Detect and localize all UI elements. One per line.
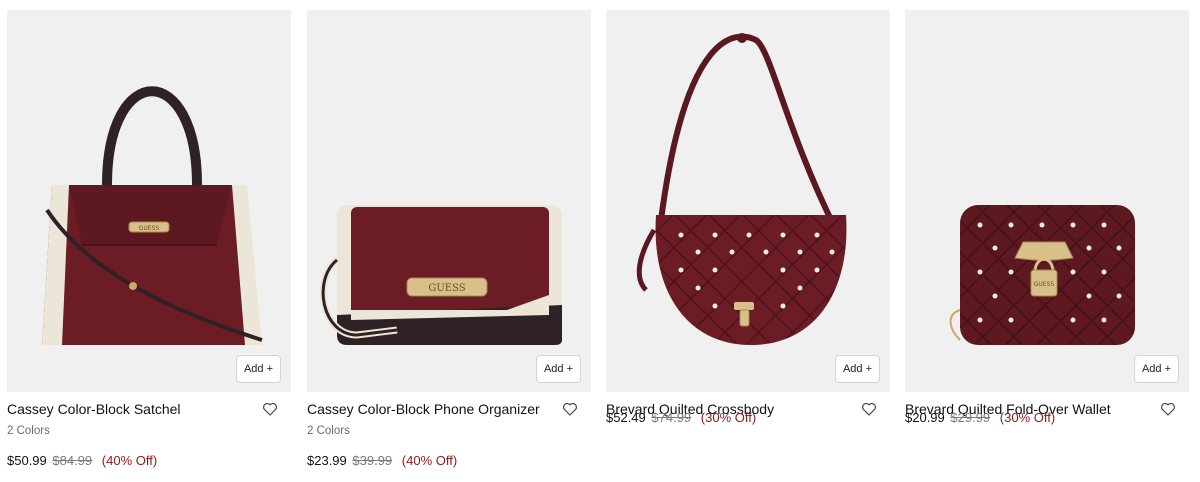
add-to-cart-button[interactable]: Add + — [536, 355, 581, 383]
price: $20.99 $29.99 (30% Off) — [905, 410, 1189, 425]
satchel-bag-image: GUESS — [42, 86, 263, 345]
phone-organizer-image: GUESS — [319, 205, 562, 345]
sale-price: $50.99 — [7, 453, 47, 468]
original-price: $74.99 — [651, 410, 692, 425]
product-card[interactable]: Add + Brevard Quilted Crossbody $52.49 $… — [606, 10, 890, 425]
discount-label: (30% Off) — [700, 410, 757, 425]
heart-outline-icon[interactable] — [860, 400, 878, 418]
quilted-crossbody-image — [636, 33, 847, 345]
heart-outline-icon[interactable] — [561, 400, 579, 418]
svg-text:GUESS: GUESS — [428, 283, 465, 294]
price: $23.99 $39.99 (40% Off) — [307, 453, 591, 468]
product-image[interactable]: Add + — [606, 10, 890, 392]
original-price: $84.99 — [52, 453, 93, 468]
product-card[interactable]: GUESS Add + Brevard Quilted Fold-Over Wa… — [905, 10, 1189, 425]
original-price: $39.99 — [352, 453, 393, 468]
product-image[interactable]: GUESS Add + — [905, 10, 1189, 392]
product-image[interactable]: GUESS Add + — [307, 10, 591, 392]
add-to-cart-button[interactable]: Add + — [835, 355, 880, 383]
discount-label: (30% Off) — [999, 410, 1056, 425]
sale-price: $23.99 — [307, 453, 347, 468]
original-price: $29.99 — [950, 410, 991, 425]
heart-outline-icon[interactable] — [1159, 400, 1177, 418]
add-to-cart-button[interactable]: Add + — [236, 355, 281, 383]
sale-price: $20.99 — [905, 410, 945, 425]
product-card[interactable]: GUESS Add + Cassey Color-Block Phone Org… — [307, 10, 591, 468]
svg-text:GUESS: GUESS — [1034, 281, 1055, 288]
quilted-wallet-image: GUESS — [949, 205, 1135, 345]
color-count: 2 Colors — [307, 425, 350, 437]
price: $52.49 $74.99 (30% Off) — [606, 410, 890, 425]
product-title[interactable]: Cassey Color-Block Phone Organizer — [307, 401, 540, 417]
discount-label: (40% Off) — [101, 453, 158, 468]
product-card[interactable]: GUESS Add + Cassey Color-Block Satchel 2… — [7, 10, 291, 468]
price: $50.99 $84.99 (40% Off) — [7, 453, 291, 468]
add-to-cart-button[interactable]: Add + — [1134, 355, 1179, 383]
product-image[interactable]: GUESS Add + — [7, 10, 291, 392]
heart-outline-icon[interactable] — [261, 400, 279, 418]
color-count: 2 Colors — [7, 425, 50, 437]
svg-text:GUESS: GUESS — [139, 225, 160, 232]
discount-label: (40% Off) — [401, 453, 458, 468]
sale-price: $52.49 — [606, 410, 646, 425]
product-grid: GUESS Add + Cassey Color-Block Satchel 2… — [0, 0, 1200, 482]
product-title[interactable]: Cassey Color-Block Satchel — [7, 401, 181, 417]
